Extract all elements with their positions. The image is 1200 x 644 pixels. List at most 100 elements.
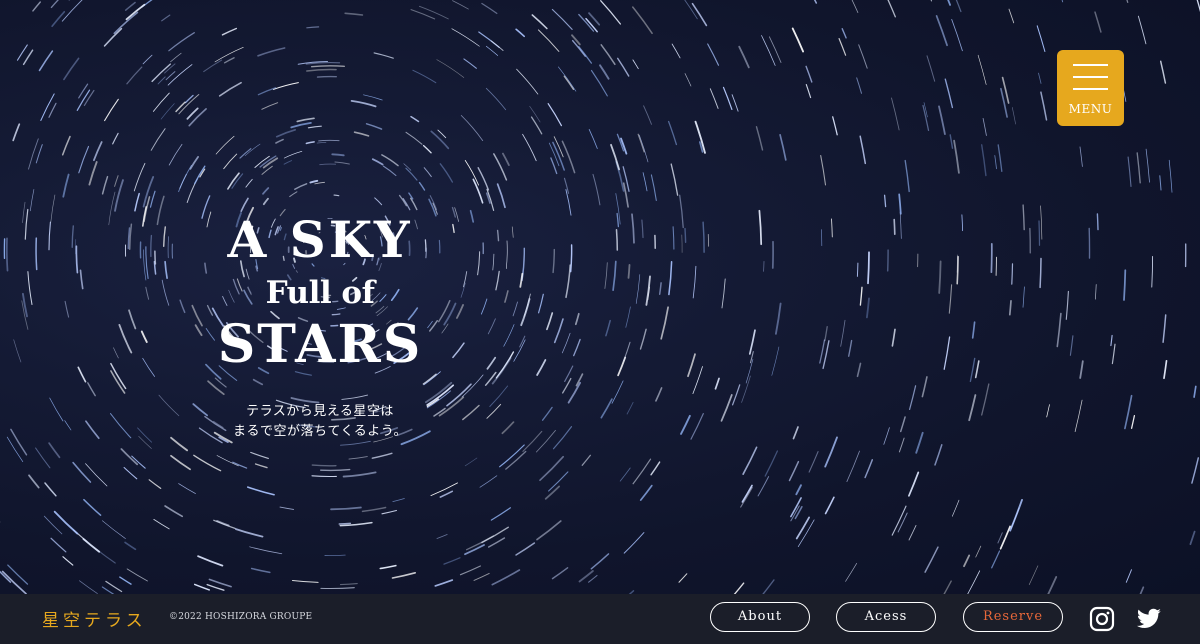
star-trail xyxy=(944,78,954,109)
star-trail xyxy=(338,522,352,525)
star-trail xyxy=(490,507,511,521)
star-trail xyxy=(164,260,168,280)
star-trail xyxy=(999,525,1011,550)
star-trail xyxy=(51,10,66,28)
star-trail xyxy=(88,161,98,186)
star-trail xyxy=(43,515,63,535)
star-trail xyxy=(179,299,186,314)
star-trail xyxy=(1094,11,1102,33)
star-trail xyxy=(805,65,813,83)
star-trail xyxy=(678,573,688,583)
star-trail xyxy=(956,255,959,285)
star-trail xyxy=(819,339,826,364)
star-trail xyxy=(831,218,833,238)
star-trail xyxy=(291,579,319,583)
star-trail xyxy=(741,484,753,503)
star-trail xyxy=(215,135,235,155)
star-trail xyxy=(491,569,521,586)
star-trail xyxy=(104,98,119,122)
star-trail xyxy=(974,360,980,379)
star-trail xyxy=(820,154,827,186)
star-trail xyxy=(216,455,239,467)
star-trail xyxy=(294,183,308,191)
star-trail xyxy=(504,290,509,303)
headline-line-2: Full of xyxy=(265,275,375,311)
star-trail xyxy=(971,321,976,339)
nav-access-button[interactable]: Acess xyxy=(836,602,936,632)
star-trail xyxy=(764,450,779,477)
nav-about-button[interactable]: About xyxy=(710,602,810,632)
star-trail xyxy=(658,282,662,295)
star-trail xyxy=(62,556,74,566)
star-trail xyxy=(805,84,812,99)
star-trail xyxy=(250,451,269,459)
star-trail xyxy=(443,557,461,565)
menu-button[interactable]: MENU xyxy=(1057,50,1124,126)
star-trail xyxy=(319,163,337,166)
star-trail xyxy=(904,159,910,193)
star-trail xyxy=(1159,60,1167,84)
copyright-text: ©2022 HOSHIZORA GROUPE xyxy=(169,612,313,622)
star-trail xyxy=(64,420,72,431)
star-trail xyxy=(1139,586,1145,594)
star-trail xyxy=(245,178,253,188)
site-logo[interactable]: 星空テラス xyxy=(42,606,147,631)
star-trail xyxy=(64,300,70,318)
star-trail xyxy=(519,272,524,288)
star-trail xyxy=(623,341,631,362)
star-trail xyxy=(194,165,206,185)
star-trail xyxy=(423,167,432,178)
star-trail xyxy=(930,0,932,2)
star-trail xyxy=(178,483,196,494)
star-trail xyxy=(101,586,115,594)
star-trail xyxy=(311,464,337,467)
star-trail xyxy=(247,486,275,496)
star-trail xyxy=(333,194,340,197)
star-trail xyxy=(951,18,963,52)
star-trail xyxy=(35,237,38,271)
star-trail xyxy=(975,545,982,558)
star-trail xyxy=(262,197,269,206)
star-trail xyxy=(1193,385,1197,398)
star-trail xyxy=(997,144,1003,172)
star-trail xyxy=(279,506,295,510)
twitter-icon[interactable] xyxy=(1136,606,1162,632)
star-trail xyxy=(342,471,377,478)
star-trail xyxy=(552,426,573,450)
star-trail xyxy=(547,103,563,127)
star-trail xyxy=(856,362,862,378)
instagram-icon[interactable] xyxy=(1089,606,1115,632)
star-trail xyxy=(859,286,863,306)
star-trail xyxy=(631,213,635,244)
hamburger-icon-bar xyxy=(1073,88,1108,90)
star-trail xyxy=(632,6,653,35)
star-trail xyxy=(1124,394,1133,430)
star-trail xyxy=(28,138,39,170)
star-trail xyxy=(505,450,527,470)
star-trail xyxy=(963,554,971,568)
star-trail xyxy=(529,105,541,123)
star-trail xyxy=(272,82,299,90)
star-trail xyxy=(501,421,515,435)
star-trail xyxy=(749,351,754,364)
star-trail xyxy=(731,384,741,406)
star-trail xyxy=(486,356,497,370)
star-trail xyxy=(679,194,684,229)
star-trail xyxy=(371,452,393,459)
star-trail xyxy=(250,567,271,574)
star-trail xyxy=(133,162,146,192)
star-trail xyxy=(1096,213,1099,231)
star-trail xyxy=(1191,457,1200,484)
star-trail xyxy=(637,133,645,153)
star-trail xyxy=(464,457,478,467)
star-trail xyxy=(437,129,447,139)
star-trail xyxy=(537,293,544,314)
star-trail xyxy=(670,163,679,196)
star-trail xyxy=(898,437,905,453)
nav-reserve-button[interactable]: Reserve xyxy=(963,602,1063,632)
star-trail xyxy=(1008,299,1012,316)
star-trail xyxy=(487,537,506,548)
star-trail xyxy=(0,570,12,583)
star-trail xyxy=(48,102,57,118)
star-trail xyxy=(464,160,479,186)
